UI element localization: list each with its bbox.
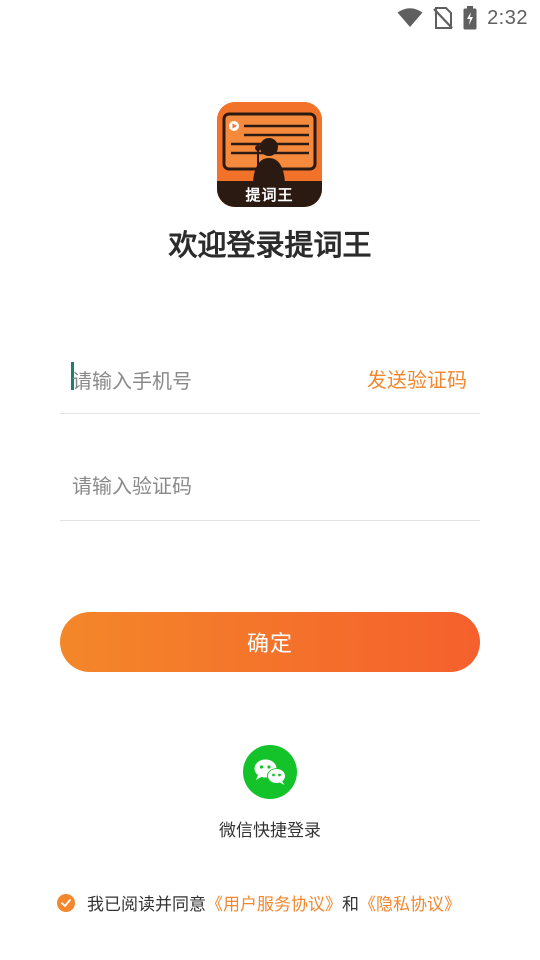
agreement-prefix: 我已阅读并同意 [87, 895, 206, 915]
agreement-row: 我已阅读并同意 《用户服务协议》 和 《隐私协议》 [57, 890, 461, 915]
code-field [60, 465, 480, 521]
send-code-button[interactable]: 发送验证码 [367, 364, 467, 393]
agreement-checkbox[interactable] [57, 893, 75, 912]
phone-input[interactable] [72, 360, 352, 402]
privacy-policy-link[interactable]: 《隐私协议》 [359, 890, 461, 915]
phone-field: 发送验证码 [60, 358, 480, 414]
no-sim-icon [433, 7, 453, 29]
status-bar: 2:32 [0, 0, 540, 36]
user-agreement-link[interactable]: 《用户服务协议》 [206, 890, 342, 915]
status-time: 2:32 [487, 6, 528, 29]
check-icon [61, 898, 71, 907]
app-logo: 提词王 [217, 102, 322, 207]
code-input[interactable] [72, 465, 352, 507]
page-title: 欢迎登录提词王 [168, 228, 372, 262]
agreement-and: 和 [342, 895, 359, 915]
wechat-icon [254, 759, 286, 785]
wechat-login-button[interactable] [243, 745, 297, 799]
logo-text: 提词王 [245, 186, 294, 204]
confirm-button[interactable]: 确定 [60, 612, 480, 672]
login-screen: 2:32 提词王 欢迎登录提词王 发送验证码 确定 [0, 0, 540, 960]
wifi-icon [397, 8, 423, 28]
wechat-login-label: 微信快捷登录 [219, 821, 321, 841]
battery-charging-icon [463, 6, 477, 30]
